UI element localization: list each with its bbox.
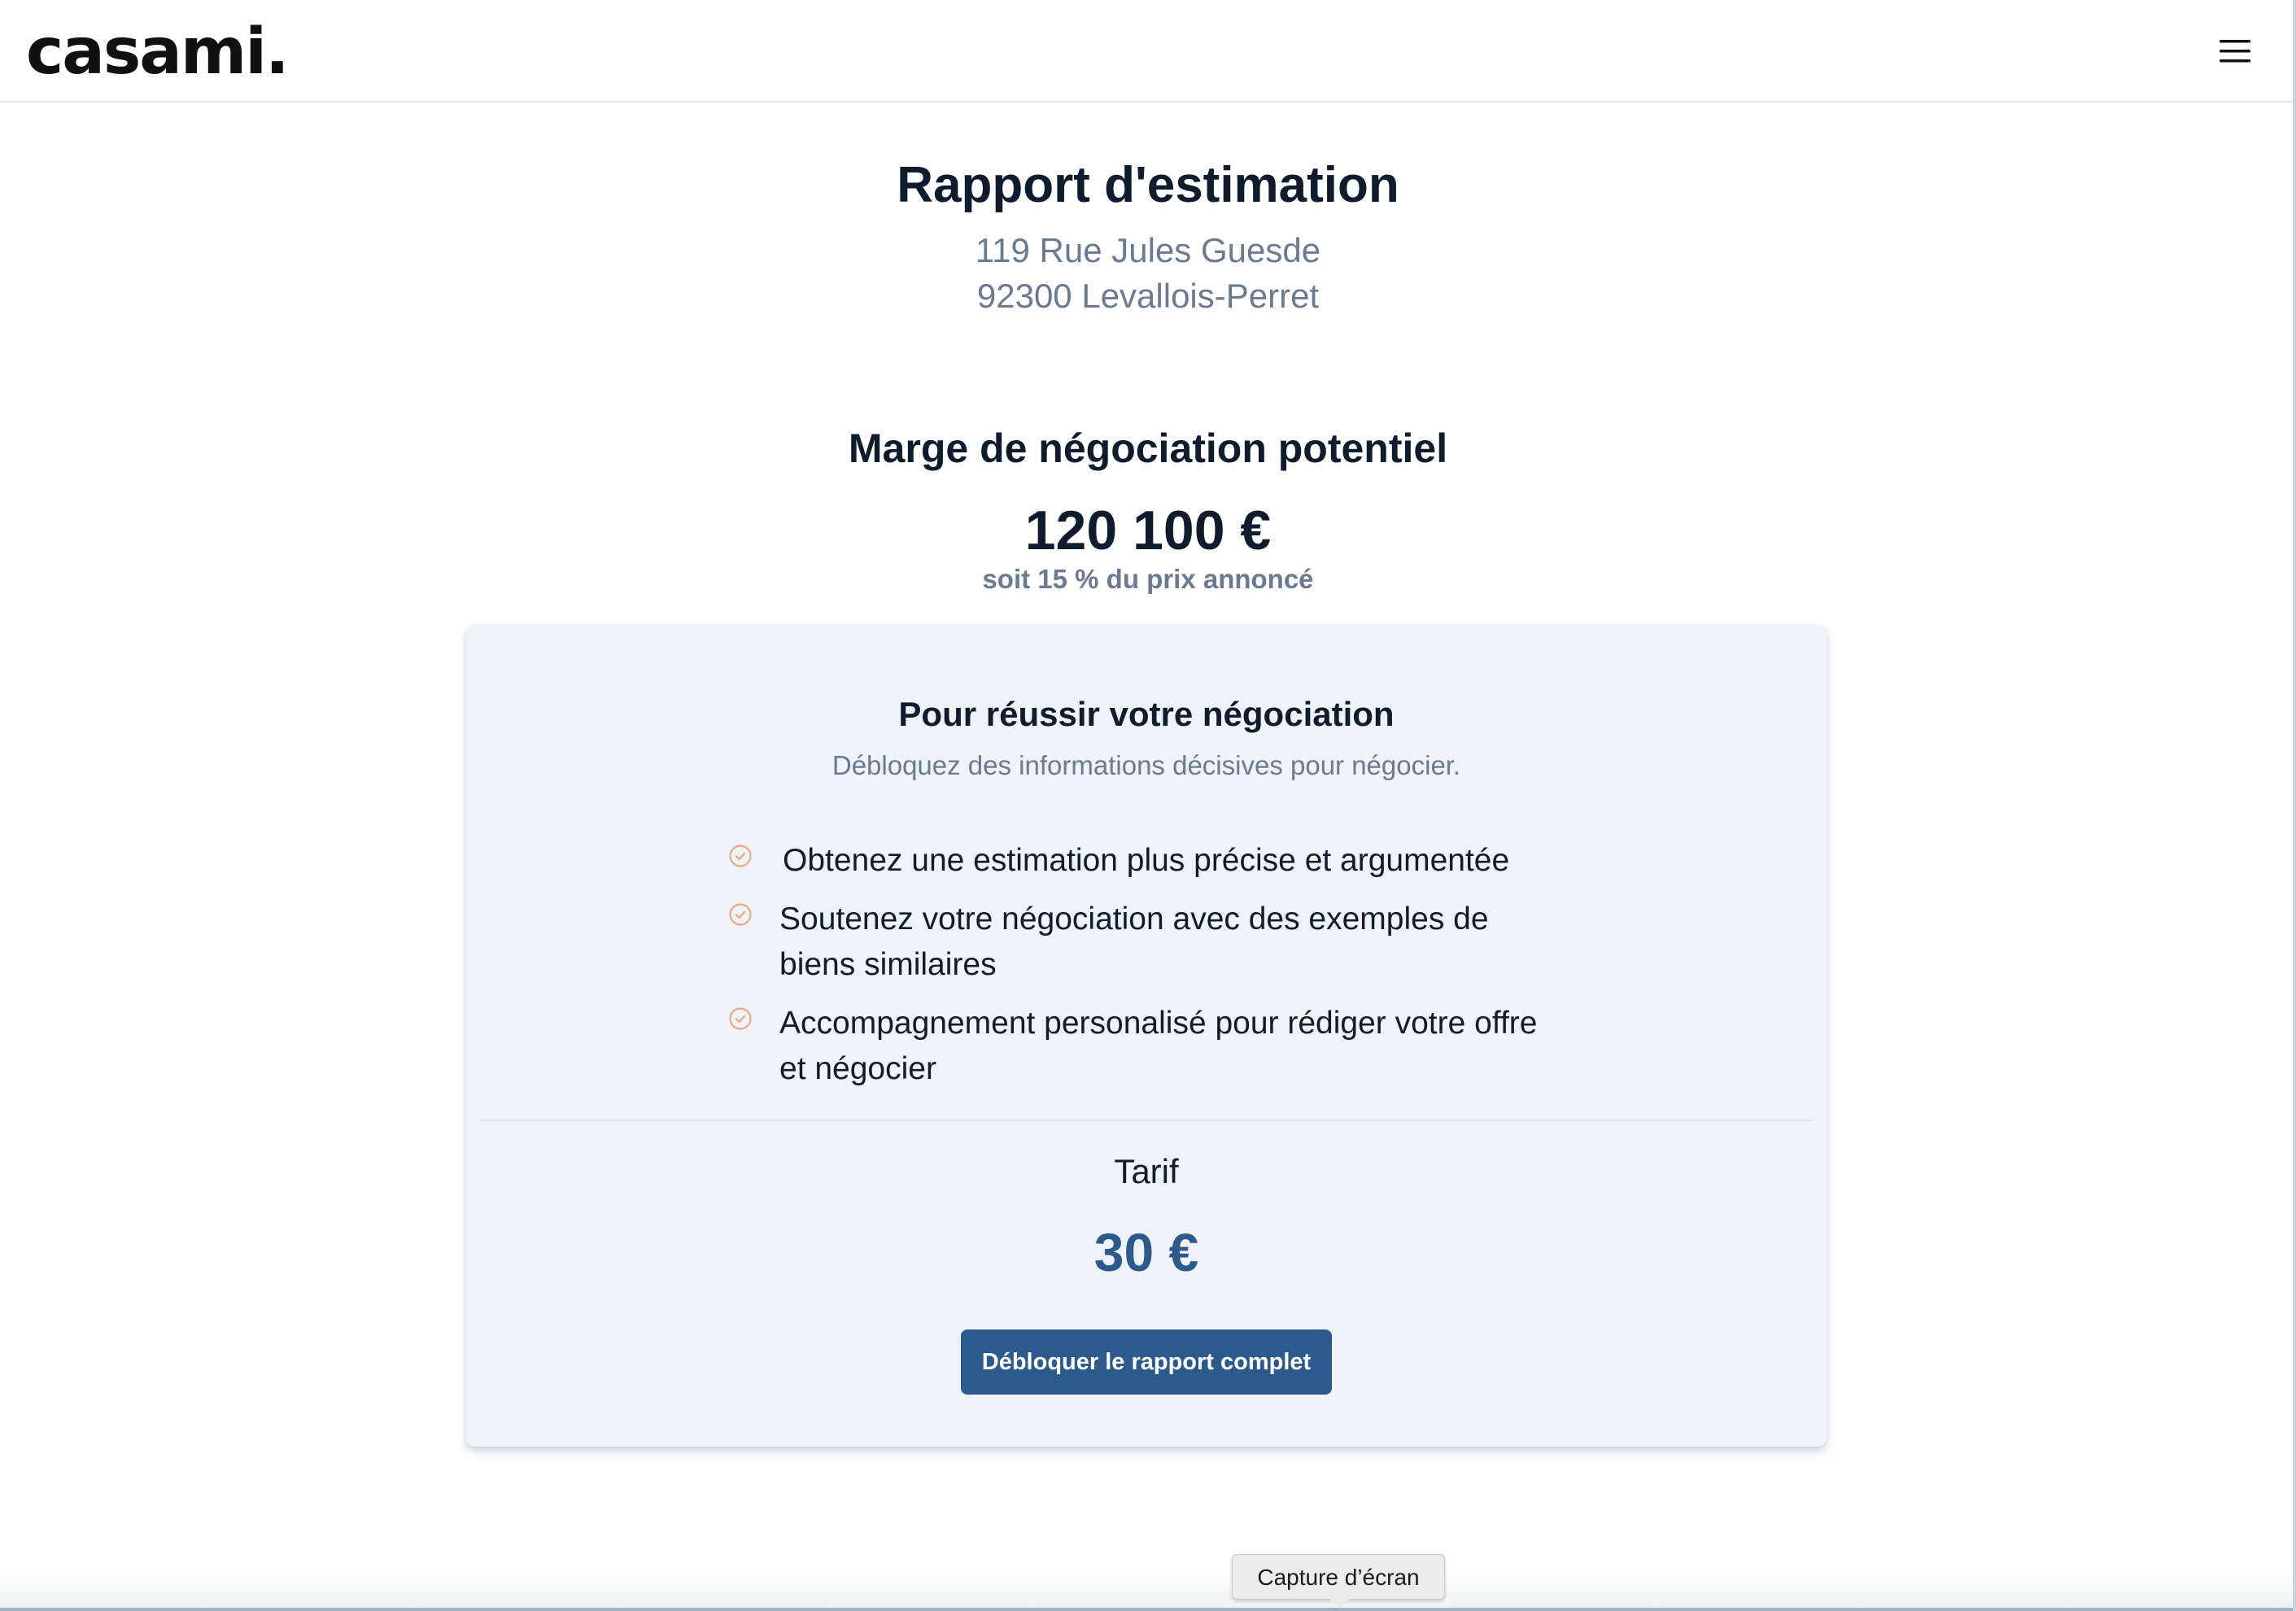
price-value: 30 € <box>1093 1222 1199 1282</box>
card-title: Pour réussir votre négociation <box>898 695 1395 733</box>
negotiation-margin-title: Marge de négociation potentiel <box>848 426 1448 471</box>
check-circle-icon <box>729 1007 752 1030</box>
feature-item: Accompagnement personalisé pour rédiger … <box>727 1001 1541 1092</box>
negotiation-offer-card: Pour réussir votre négociation Débloquez… <box>465 625 1827 1447</box>
casami-logo[interactable]: casami. <box>26 11 290 93</box>
page-title: Rapport d'estimation <box>897 157 1399 213</box>
top-navigation-bar: casami. <box>0 0 2296 103</box>
feature-text: Accompagnement personalisé pour rédiger … <box>779 1006 1538 1086</box>
tooltip-pointer <box>1329 1599 1349 1609</box>
negotiation-margin-percent: soit 15 % du prix annoncé <box>982 564 1314 594</box>
hamburger-menu-icon <box>2220 40 2250 63</box>
screenshot-tooltip: Capture d’écran <box>1232 1554 1445 1600</box>
check-circle-icon <box>729 845 752 867</box>
card-divider <box>480 1120 1813 1121</box>
address-street: 119 Rue Jules Guesde <box>975 231 1321 269</box>
address-city: 92300 Levallois-Perret <box>976 277 1320 315</box>
card-subtitle: Débloquez des informations décisives pou… <box>832 750 1461 780</box>
price-label: Tarif <box>1114 1152 1179 1190</box>
window-bottom-border <box>0 1608 2296 1611</box>
page: casami. Rapport d'estimation 119 Rue Jul… <box>0 0 2296 1611</box>
unlock-full-report-button[interactable]: Débloquer le rapport complet <box>961 1329 1332 1395</box>
feature-text: Soutenez votre négociation avec des exem… <box>779 902 1489 982</box>
negotiation-margin-value: 120 100 € <box>1024 500 1272 561</box>
check-circle-icon <box>729 903 752 926</box>
feature-item: Obtenez une estimation plus précise et a… <box>727 838 1541 884</box>
window-bottom-fade <box>0 1570 2296 1611</box>
hamburger-menu-button[interactable] <box>2213 31 2259 72</box>
feature-text: Obtenez une estimation plus précise et a… <box>783 843 1510 878</box>
feature-item: Soutenez votre négociation avec des exem… <box>727 897 1541 988</box>
feature-list: Obtenez une estimation plus précise et a… <box>727 838 1541 1105</box>
window-right-border <box>2293 0 2296 1611</box>
